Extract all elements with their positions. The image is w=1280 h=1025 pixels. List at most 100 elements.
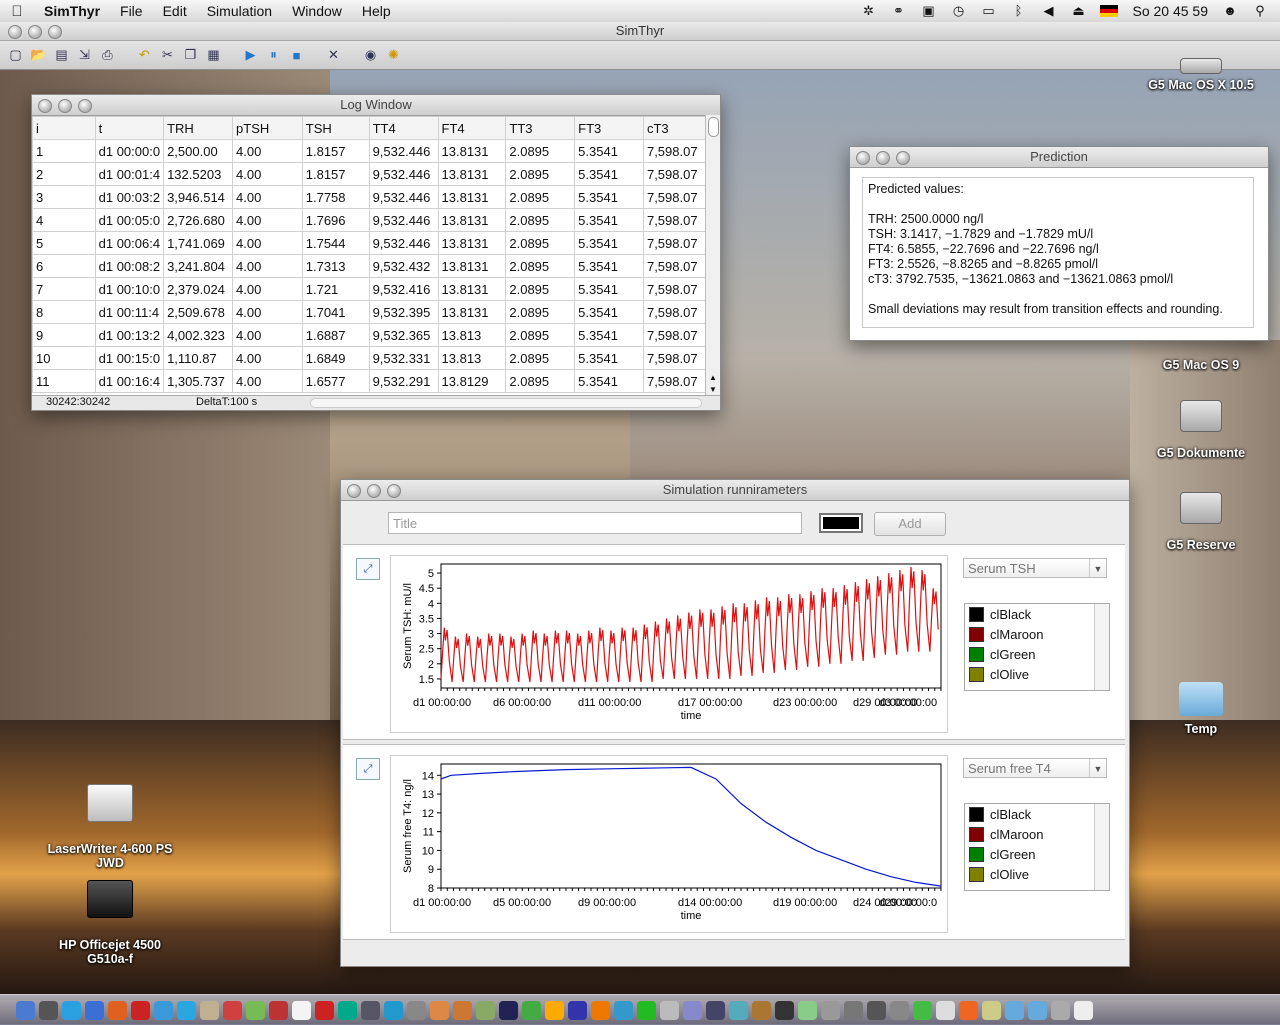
table-cell[interactable]: 9 [32,323,96,347]
expand-icon[interactable]: ⤢ [356,558,380,580]
table-cell[interactable]: 4.00 [232,162,303,186]
table-row[interactable]: 4 d1 00:05:0 2,726.680 4.00 1.7696 9,532.446 1… [32,208,706,232]
table-cell[interactable]: 5.3541 [574,208,644,232]
close-button[interactable] [8,25,22,39]
table-cell[interactable]: 1.7041 [301,300,370,324]
minimize-button[interactable] [367,484,381,498]
dock-app-icon[interactable] [108,1000,127,1020]
table-cell[interactable]: 1.6849 [301,346,370,370]
table-cell[interactable]: 5.3541 [574,346,644,370]
dock-app-icon[interactable] [200,1000,219,1020]
table-cell[interactable]: 2,726.680 [163,208,234,232]
table-cell[interactable]: 1,110.87 [163,346,234,370]
table-cell[interactable]: 13.8131 [437,208,507,232]
dock-app-icon[interactable] [177,1000,196,1020]
memory-icon[interactable]: ▣ [920,4,936,18]
table-cell[interactable]: 5.3541 [574,162,644,186]
table-row[interactable]: 11 d1 00:16:4 1,305.737 4.00 1.6577 9,532.291… [32,369,706,393]
table-cell[interactable]: 6 [32,254,96,278]
zoom-button[interactable] [896,151,910,165]
table-cell[interactable]: 7,598.07 [642,300,706,324]
table-cell[interactable]: 9,532.446 [368,185,439,209]
table-cell[interactable]: 9,532.446 [368,139,439,163]
dock-app-icon[interactable] [568,1000,587,1020]
title-input[interactable]: Title [388,512,802,534]
table-cell[interactable]: 9,532.365 [368,323,439,347]
dock-app-icon[interactable] [844,1000,863,1020]
scroll-up-icon[interactable]: ▲ [709,373,717,382]
table-cell[interactable]: 13.8131 [437,231,507,255]
dock-app-icon[interactable] [890,1000,909,1020]
close-button[interactable] [856,151,870,165]
dock-app-icon[interactable] [591,1000,610,1020]
table-row[interactable]: 3 d1 00:03:2 3,946.514 4.00 1.7758 9,532.446 1… [32,185,706,209]
table-cell[interactable]: 4.00 [232,231,303,255]
column-header[interactable]: i [32,116,96,140]
table-cell[interactable]: 13.8131 [437,162,507,186]
table-row[interactable]: 7 d1 00:10:0 2,379.024 4.00 1.721 9,532.416 13… [32,277,706,301]
print-icon[interactable]: ⎙ [98,46,117,65]
zoom-button[interactable] [78,99,92,113]
menu-edit[interactable]: Edit [153,3,197,19]
dock-app-icon[interactable] [821,1000,840,1020]
dock-app-icon[interactable] [522,1000,541,1020]
color-list-item[interactable]: clOlive [965,864,1109,884]
color-list-ft4[interactable]: clBlack clMaroon clGreen clOlive [964,803,1110,891]
table-cell[interactable]: 4.00 [232,346,303,370]
list-scrollbar[interactable] [1094,604,1109,690]
desktop-icon-g5-macosx[interactable]: G5 Mac OS X 10.5 [1146,58,1256,92]
dock-app-icon[interactable] [315,1000,334,1020]
table-cell[interactable]: 7,598.07 [642,323,706,347]
table-cell[interactable]: 2.0895 [505,346,576,370]
dock-app-icon[interactable] [131,1000,150,1020]
table-cell[interactable]: 4.00 [232,369,303,393]
table-cell[interactable]: 5.3541 [574,300,644,324]
table-row[interactable]: 1 d1 00:00:0 2,500.00 4.00 1.8157 9,532.446 13… [32,139,706,163]
bluetooth-icon[interactable]: ᛒ [1010,4,1026,18]
desktop-icon-g5-macos9[interactable]: G5 Mac OS 9 [1146,358,1256,372]
table-cell[interactable]: 3,946.514 [163,185,234,209]
table-cell[interactable]: 7 [32,277,96,301]
table-cell[interactable]: 4,002.323 [163,323,234,347]
table-cell[interactable]: 1.8157 [301,139,370,163]
desktop-icon-hp-officejet[interactable]: HP Officejet 4500 G510a-f [40,866,180,966]
table-cell[interactable]: 5.3541 [574,185,644,209]
dock-app-icon[interactable] [637,1000,656,1020]
desktop-icon-laserwriter[interactable]: LaserWriter 4-600 PS JWD [40,770,180,870]
dock-app-icon[interactable] [453,1000,472,1020]
table-cell[interactable]: 13.8131 [437,254,507,278]
dock-app-icon[interactable] [62,1000,81,1020]
table-cell[interactable]: d1 00:13:2 [94,323,165,347]
log-vertical-scrollbar[interactable]: ▲ ▼ [705,115,720,396]
paste-icon[interactable]: ▦ [204,46,223,65]
table-cell[interactable]: 3 [32,185,96,209]
table-cell[interactable]: 2.0895 [505,231,576,255]
table-cell[interactable]: 4.00 [232,185,303,209]
zoom-button[interactable] [48,25,62,39]
column-header[interactable]: TSH [301,116,370,140]
table-cell[interactable]: 2 [32,162,96,186]
dock-app-icon[interactable] [706,1000,725,1020]
table-cell[interactable]: 13.813 [437,346,507,370]
table-cell[interactable]: 5.3541 [574,139,644,163]
help-icon[interactable]: ◉ [361,46,380,65]
color-list-item[interactable]: clMaroon [965,824,1109,844]
table-cell[interactable]: d1 00:16:4 [94,369,165,393]
undo-icon[interactable]: ↶ [135,46,154,65]
table-row[interactable]: 10 d1 00:15:0 1,110.87 4.00 1.6849 9,532.331 1… [32,346,706,370]
table-cell[interactable]: 132.5203 [163,162,234,186]
table-cell[interactable]: 9,532.395 [368,300,439,324]
table-cell[interactable]: 2,500.00 [163,139,234,163]
dock-app-icon[interactable] [384,1000,403,1020]
dock-app-icon[interactable] [407,1000,426,1020]
list-scrollbar[interactable] [1094,804,1109,890]
table-cell[interactable]: d1 00:03:2 [94,185,165,209]
save-as-icon[interactable]: ⇲ [75,46,94,65]
table-cell[interactable]: 2.0895 [505,323,576,347]
table-cell[interactable]: 2.0895 [505,300,576,324]
color-list-item[interactable]: clGreen [965,844,1109,864]
dock-app-icon[interactable] [545,1000,564,1020]
user-icon[interactable]: ☻ [1222,4,1238,18]
table-cell[interactable]: 5.3541 [574,231,644,255]
dock-app-icon[interactable] [430,1000,449,1020]
